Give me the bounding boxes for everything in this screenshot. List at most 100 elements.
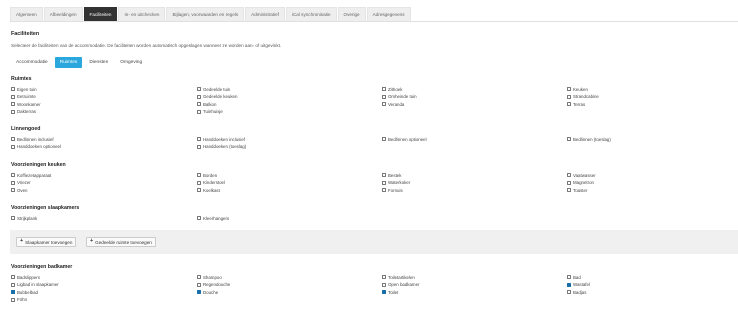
facility-linnengoed[interactable]: Bedlinnen (toeslag) <box>567 136 611 142</box>
checkbox[interactable] <box>567 188 571 192</box>
facility-linnengoed[interactable]: Handdoeken optioneel <box>11 144 61 150</box>
tab-5[interactable]: Administratief <box>245 7 285 21</box>
checkbox[interactable] <box>11 275 15 279</box>
checkbox[interactable] <box>11 144 15 149</box>
facility-badkamer[interactable]: Toiletartikelen <box>382 274 415 280</box>
checkbox[interactable] <box>567 290 571 294</box>
facility-badkamer[interactable]: Bad <box>567 274 581 280</box>
checkbox[interactable] <box>197 188 201 192</box>
checkbox[interactable] <box>197 282 201 287</box>
checkbox[interactable] <box>197 109 201 114</box>
checkbox[interactable] <box>11 173 15 177</box>
checkbox[interactable] <box>11 297 15 302</box>
checkbox[interactable] <box>197 173 201 177</box>
facility-keuken[interactable]: Kinderstoel <box>197 180 225 186</box>
tab-0[interactable]: Algemeen <box>10 7 43 21</box>
checkbox[interactable] <box>11 216 15 220</box>
facility-ruimtes[interactable]: Gedeelde keuken <box>197 94 237 100</box>
add-shared-room-button[interactable]: + Gedeelde ruimte toevoegen <box>86 237 156 247</box>
facility-keuken[interactable]: Bestek <box>382 172 401 178</box>
facility-ruimtes[interactable]: Zithoek <box>382 86 402 92</box>
facility-ruimtes[interactable]: Dakterras <box>11 109 36 115</box>
checkbox[interactable] <box>197 137 201 141</box>
checkbox[interactable] <box>197 275 201 279</box>
checkbox[interactable] <box>382 180 386 185</box>
checkbox[interactable] <box>382 188 386 192</box>
facility-badkamer[interactable]: Badslippers <box>11 274 40 280</box>
checkbox[interactable] <box>197 94 201 99</box>
facility-badkamer[interactable]: Toilet <box>382 289 398 295</box>
checkbox[interactable] <box>197 216 201 220</box>
facility-linnengoed[interactable]: Handdoeken inclusief <box>197 136 245 142</box>
facility-badkamer[interactable]: Douche <box>197 289 218 295</box>
checkbox[interactable] <box>11 180 15 185</box>
facility-keuken[interactable]: Fornuis <box>382 187 403 193</box>
facility-ruimtes[interactable]: Balkon <box>197 101 216 107</box>
facility-keuken[interactable]: Vriezer <box>11 180 31 186</box>
facility-ruimtes[interactable]: Keuken <box>567 86 588 92</box>
checkbox[interactable] <box>11 137 15 141</box>
checkbox[interactable] <box>382 87 386 91</box>
checkbox[interactable] <box>567 282 571 287</box>
checkbox[interactable] <box>567 180 571 185</box>
tab-4[interactable]: Bijlagen, voorwaarden en regels <box>166 7 245 21</box>
facility-keuken[interactable]: Waterkoker <box>382 180 410 186</box>
checkbox[interactable] <box>567 87 571 91</box>
facility-linnengoed[interactable]: Bedlinnen optioneel <box>382 136 427 142</box>
checkbox[interactable] <box>382 282 386 287</box>
tab-3[interactable]: In- en uitchecken <box>118 7 166 21</box>
tab-8[interactable]: Adresgegevens <box>366 7 411 21</box>
checkbox[interactable] <box>11 290 15 294</box>
tab-2[interactable]: Faciliteiten <box>83 7 118 21</box>
facility-ruimtes[interactable]: Strandcabine <box>567 94 599 100</box>
checkbox[interactable] <box>197 180 201 185</box>
facility-ruimtes[interactable]: Tuinhuisje <box>197 109 223 115</box>
checkbox[interactable] <box>382 290 386 294</box>
facility-badkamer[interactable]: Open badkamer <box>382 282 420 288</box>
facility-keuken[interactable]: Vaatwasser <box>567 172 596 178</box>
facility-keuken[interactable]: Magnetron <box>567 180 594 186</box>
checkbox[interactable] <box>11 87 15 91</box>
facility-badkamer[interactable]: Regendouche <box>197 282 230 288</box>
checkbox[interactable] <box>567 275 571 279</box>
checkbox[interactable] <box>567 173 571 177</box>
checkbox[interactable] <box>382 275 386 279</box>
checkbox[interactable] <box>197 87 201 91</box>
checkbox[interactable] <box>11 102 15 106</box>
checkbox[interactable] <box>382 102 386 106</box>
facility-linnengoed[interactable]: Bedlinnen inclusief <box>11 136 54 142</box>
checkbox[interactable] <box>567 94 571 99</box>
tab-7[interactable]: Overige <box>337 7 366 21</box>
facility-slaapkamers[interactable]: Strijkplank <box>11 215 37 221</box>
facility-badkamer[interactable]: Shampoo <box>197 274 222 280</box>
checkbox[interactable] <box>11 282 15 287</box>
facility-keuken[interactable]: Borden <box>197 172 217 178</box>
checkbox[interactable] <box>567 102 571 106</box>
facility-ruimtes[interactable]: Terras <box>567 101 585 107</box>
tab-1[interactable]: Afbeeldingen <box>43 7 83 21</box>
checkbox[interactable] <box>382 137 386 141</box>
subtab-2[interactable]: Diensten <box>84 57 113 68</box>
checkbox[interactable] <box>197 290 201 294</box>
subtab-1[interactable]: Ruimtes <box>54 57 83 68</box>
facility-badkamer[interactable]: Föhn <box>11 297 27 303</box>
facility-ruimtes[interactable]: Gedeelde tuin <box>197 86 230 92</box>
tab-6[interactable]: iCal synchronisatie <box>285 7 337 21</box>
checkbox[interactable] <box>567 137 571 141</box>
checkbox[interactable] <box>382 173 386 177</box>
facility-linnengoed[interactable]: Handdoeken (toeslag) <box>197 144 246 150</box>
subtab-3[interactable]: Omgeving <box>115 57 147 68</box>
add-bedroom-button[interactable]: + Slaapkamer toevoegen <box>16 237 77 247</box>
facility-ruimtes[interactable]: Woonkamer <box>11 101 41 107</box>
checkbox[interactable] <box>382 94 386 99</box>
facility-ruimtes[interactable]: Eigen tuin <box>11 86 37 92</box>
facility-ruimtes[interactable]: Eetruimte <box>11 94 36 100</box>
facility-ruimtes[interactable]: Veranda <box>382 101 404 107</box>
facility-badkamer[interactable]: Bubbelbad <box>11 289 38 295</box>
checkbox[interactable] <box>11 188 15 192</box>
facility-badkamer[interactable]: Badjas <box>567 289 586 295</box>
subtab-0[interactable]: Accommodatie <box>11 57 53 68</box>
checkbox[interactable] <box>11 109 15 114</box>
facility-keuken[interactable]: Koffiezetapparaat <box>11 172 51 178</box>
facility-keuken[interactable]: Koelkast <box>197 187 220 193</box>
